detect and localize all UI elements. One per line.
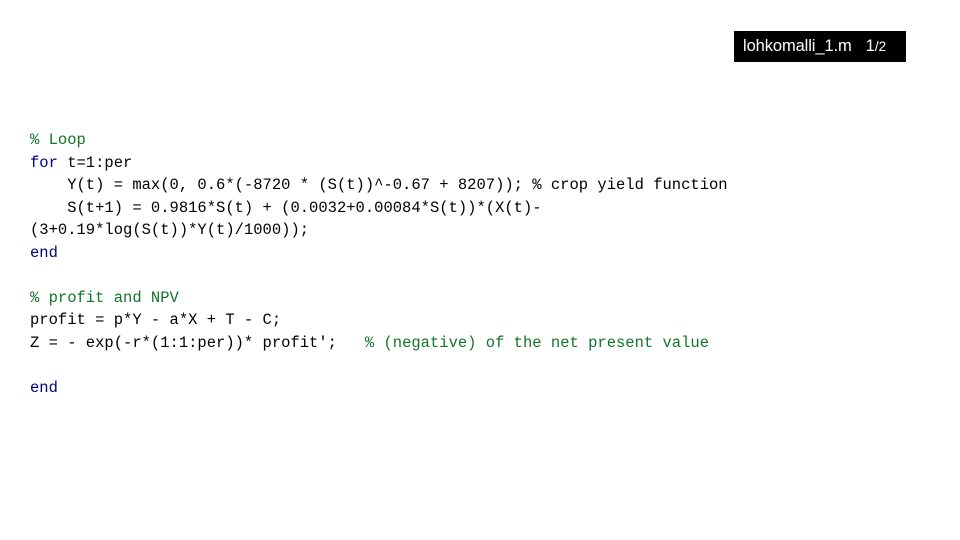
- code-line: profit = p*Y - a*X + T - C;: [30, 309, 930, 332]
- page-number-current: 1: [865, 37, 875, 56]
- code-token-plain: profit = p*Y - a*X + T - C;: [30, 311, 282, 329]
- code-token-comment-green: % Loop: [30, 131, 86, 149]
- code-line: (3+0.19*log(S(t))*Y(t)/1000));: [30, 219, 930, 242]
- code-line: Z = - exp(-r*(1:1:per))* profit'; % (neg…: [30, 332, 930, 355]
- code-token-plain: (3+0.19*log(S(t))*Y(t)/1000));: [30, 221, 310, 239]
- code-token-keyword: end: [30, 378, 58, 397]
- page-number-total: /2: [874, 39, 887, 55]
- code-line: % profit and NPV: [30, 287, 930, 310]
- code-line: for t=1:per: [30, 152, 930, 175]
- code-token-plain: Y(t) = max(0, 0.6*(-8720 * (S(t))^-0.67 …: [30, 176, 728, 194]
- code-token-plain: t=1:per: [57, 153, 133, 172]
- slide-header-badge: lohkomalli_1.m 1/2: [734, 31, 906, 62]
- page-number: 1/2: [866, 38, 886, 55]
- code-token-plain: S(t+1) = 0.9816*S(t) + (0.0032+0.00084*S…: [30, 198, 542, 217]
- code-line: S(t+1) = 0.9816*S(t) + (0.0032+0.00084*S…: [30, 197, 930, 220]
- code-line: end: [30, 377, 930, 400]
- code-line: % Loop: [30, 129, 930, 152]
- code-token-keyword: for: [30, 153, 58, 172]
- code-token-comment-green: % (negative) of the net present value: [364, 333, 710, 352]
- matlab-code-block: % Loop for t=1:per Y(t) = max(0, 0.6*(-87…: [30, 129, 930, 399]
- code-line: end: [30, 242, 930, 265]
- code-token-plain: Z = - exp(-r*(1:1:per))* profit';: [30, 333, 365, 352]
- code-token-keyword: end: [30, 243, 58, 262]
- code-token-comment-green: % profit and NPV: [30, 288, 179, 307]
- code-line: Y(t) = max(0, 0.6*(-8720 * (S(t))^-0.67 …: [30, 174, 930, 197]
- file-name-label: lohkomalli_1.m: [743, 37, 852, 56]
